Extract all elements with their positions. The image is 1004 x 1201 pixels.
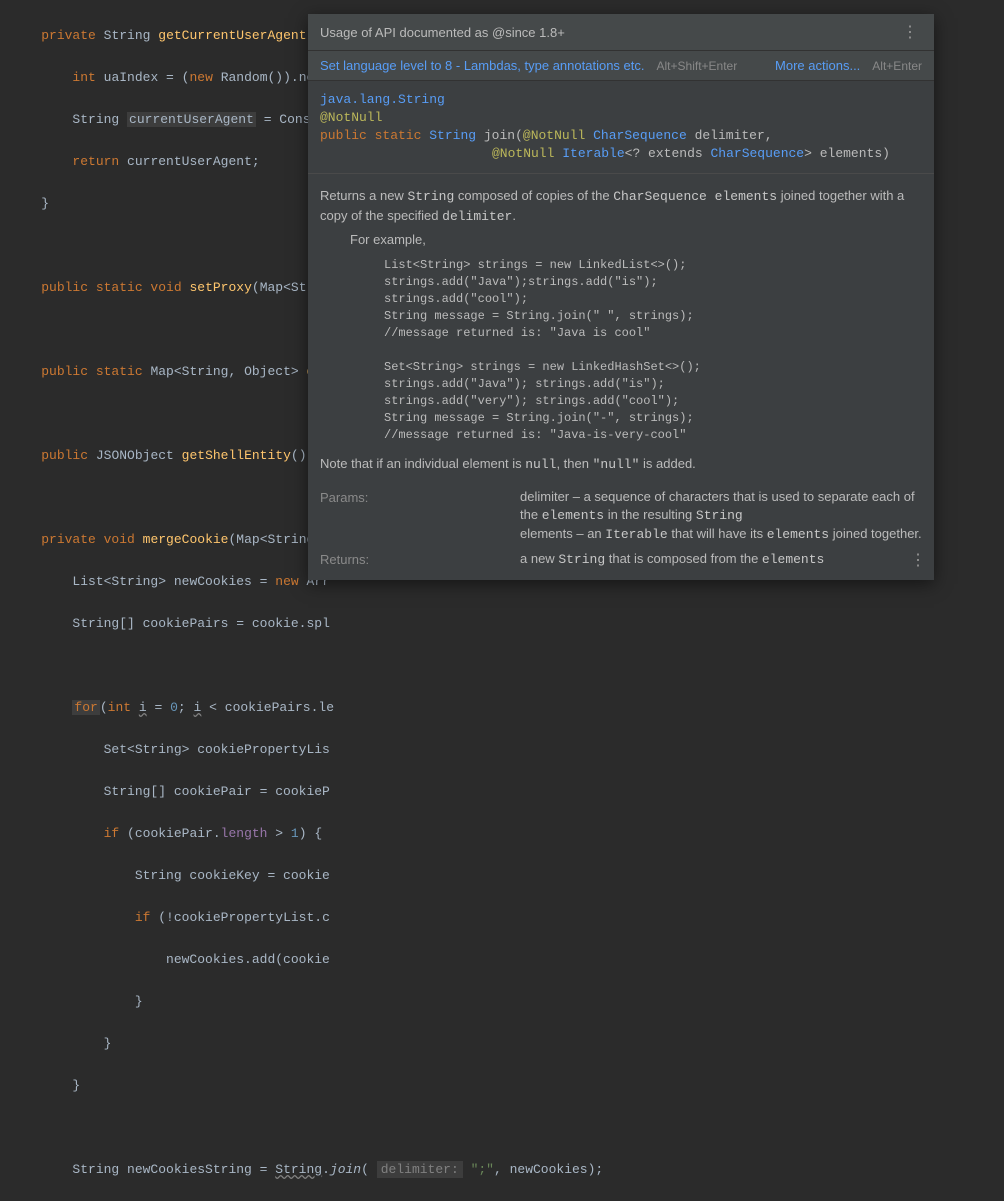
code-line[interactable]: Set<String> cookiePropertyLis [10, 739, 1004, 760]
code-line[interactable]: newCookies.add(cookie [10, 949, 1004, 970]
code-line[interactable]: } [10, 1033, 1004, 1054]
documentation-popup: Usage of API documented as @since 1.8+ ⋮… [308, 14, 934, 580]
code-line[interactable]: if (!cookiePropertyList.c [10, 907, 1004, 928]
code-line[interactable]: } [10, 991, 1004, 1012]
popup-header: Usage of API documented as @since 1.8+ ⋮ [308, 14, 934, 51]
params-label: Params: [320, 488, 520, 544]
code-line[interactable]: String newCookiesString = String.join( d… [10, 1159, 1004, 1180]
inspection-title: Usage of API documented as @since 1.8+ [320, 25, 565, 40]
code-line[interactable]: for(int i = 0; i < cookiePairs.le [10, 697, 1004, 718]
shortcut-label: Alt+Enter [872, 59, 922, 73]
parameter-hint: delimiter: [377, 1161, 463, 1178]
code-line[interactable]: } [10, 1075, 1004, 1096]
shortcut-label: Alt+Shift+Enter [657, 59, 738, 73]
code-line[interactable]: String[] cookiePairs = cookie.spl [10, 613, 1004, 634]
params-section: Params: delimiter – a sequence of charac… [320, 488, 922, 544]
more-actions-link[interactable]: More actions... [775, 58, 860, 73]
code-line[interactable] [10, 1117, 1004, 1138]
set-language-level-link[interactable]: Set language level to 8 - Lambdas, type … [320, 58, 645, 73]
code-line[interactable]: if (cookiePair.length > 1) { [10, 823, 1004, 844]
code-line[interactable] [10, 655, 1004, 676]
method-signature: java.lang.String @NotNull public static … [308, 81, 934, 174]
code-example: List<String> strings = new LinkedList<>(… [384, 257, 922, 444]
more-icon[interactable]: ⋮ [898, 22, 922, 42]
returns-label: Returns: [320, 550, 520, 569]
documentation-body[interactable]: Returns a new String composed of copies … [308, 174, 934, 580]
returns-section: Returns: a new String that is composed f… [320, 550, 922, 569]
code-line[interactable]: String cookieKey = cookie [10, 865, 1004, 886]
example-label: For example, [350, 230, 922, 249]
popup-actions-bar: Set language level to 8 - Lambdas, type … [308, 51, 934, 81]
doc-description: Returns a new String composed of copies … [320, 186, 922, 226]
more-icon[interactable]: ⋮ [910, 550, 926, 570]
code-line[interactable]: String[] cookiePair = cookieP [10, 781, 1004, 802]
doc-note: Note that if an individual element is nu… [320, 454, 922, 474]
package-link[interactable]: java.lang.String [320, 92, 445, 107]
